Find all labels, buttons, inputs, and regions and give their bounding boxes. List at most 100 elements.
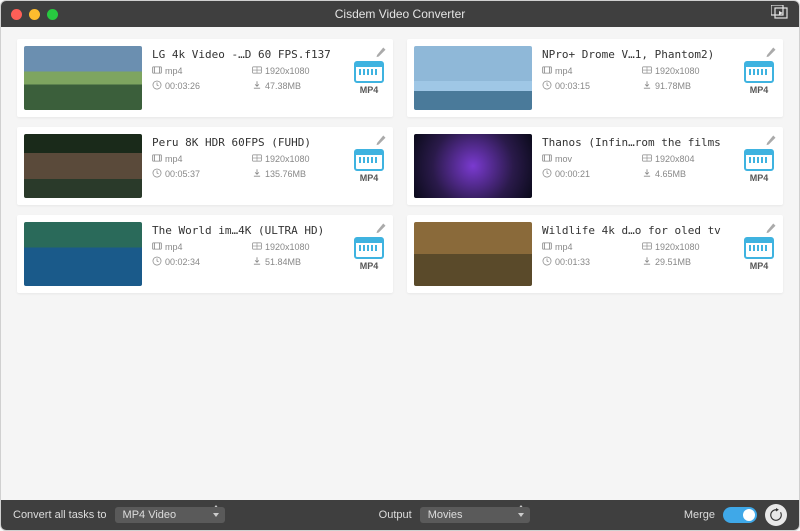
video-thumbnail[interactable] xyxy=(24,46,142,110)
format-icon xyxy=(744,149,774,171)
resolution-meta: 1920x1080 xyxy=(642,241,734,253)
video-title: Wildlife 4k d…o for oled tv xyxy=(542,224,734,237)
format-icon xyxy=(744,237,774,259)
format-label: MP4 xyxy=(750,173,769,183)
pencil-icon xyxy=(375,221,387,238)
edit-button[interactable] xyxy=(375,45,387,63)
grid-icon xyxy=(252,153,262,165)
download-icon xyxy=(642,168,652,180)
format-meta: mp4 xyxy=(542,65,634,77)
video-card[interactable]: LG 4k Video -…D 60 FPS.f137mp41920x10800… xyxy=(17,39,393,117)
edit-button[interactable] xyxy=(765,133,777,151)
video-info: NPro+ Drome V…1, Phantom2)mp41920x108000… xyxy=(542,46,734,110)
resolution-meta: 1920x1080 xyxy=(252,241,344,253)
format-icon xyxy=(744,61,774,83)
size-meta: 47.38MB xyxy=(252,80,344,92)
close-button[interactable] xyxy=(11,9,22,20)
download-icon xyxy=(252,168,262,180)
format-icon xyxy=(354,237,384,259)
clock-icon xyxy=(542,168,552,180)
format-select[interactable]: MP4 Video xyxy=(115,507,225,523)
zoom-button[interactable] xyxy=(47,9,58,20)
film-icon xyxy=(542,65,552,77)
titlebar: Cisdem Video Converter xyxy=(1,1,799,27)
grid-icon xyxy=(252,241,262,253)
video-thumbnail[interactable] xyxy=(24,222,142,286)
grid-icon xyxy=(642,241,652,253)
video-title: The World im…4K (ULTRA HD) xyxy=(152,224,344,237)
download-icon xyxy=(252,256,262,268)
size-meta: 29.51MB xyxy=(642,256,734,268)
film-icon xyxy=(152,65,162,77)
grid-icon xyxy=(252,65,262,77)
app-title: Cisdem Video Converter xyxy=(335,7,466,21)
format-select-wrap: MP4 Video xyxy=(115,507,225,523)
size-meta: 135.76MB xyxy=(252,168,344,180)
film-icon xyxy=(542,241,552,253)
clock-icon xyxy=(152,80,162,92)
video-card[interactable]: Wildlife 4k d…o for oled tvmp41920x10800… xyxy=(407,215,783,293)
video-info: LG 4k Video -…D 60 FPS.f137mp41920x10800… xyxy=(152,46,344,110)
video-info: Wildlife 4k d…o for oled tvmp41920x10800… xyxy=(542,222,734,286)
video-grid: LG 4k Video -…D 60 FPS.f137 mp4 1920x1080 0… xyxy=(1,27,799,500)
format-meta: mp4 xyxy=(152,153,244,165)
edit-button[interactable] xyxy=(375,221,387,239)
video-card[interactable]: Thanos (Infin…rom the filmsmov1920x80400… xyxy=(407,127,783,205)
format-label: MP4 xyxy=(360,173,379,183)
convert-label: Convert all tasks to xyxy=(13,509,107,521)
pencil-icon xyxy=(765,221,777,238)
output-select[interactable]: Movies xyxy=(420,507,530,523)
video-card[interactable]: NPro+ Drome V…1, Phantom2)mp41920x108000… xyxy=(407,39,783,117)
film-icon xyxy=(152,241,162,253)
video-card[interactable]: Peru 8K HDR 60FPS (FUHD)mp41920x108000:0… xyxy=(17,127,393,205)
video-thumbnail[interactable] xyxy=(414,46,532,110)
download-icon xyxy=(642,256,652,268)
clock-icon xyxy=(542,256,552,268)
edit-button[interactable] xyxy=(765,221,777,239)
resolution-meta: 1920x1080 xyxy=(642,65,734,77)
pencil-icon xyxy=(375,133,387,150)
merge-toggle[interactable] xyxy=(723,507,757,523)
format-label: MP4 xyxy=(750,261,769,271)
size-meta: 4.65MB xyxy=(642,168,734,180)
video-info: Peru 8K HDR 60FPS (FUHD)mp41920x108000:0… xyxy=(152,134,344,198)
library-icon[interactable] xyxy=(771,5,789,24)
resolution-meta: 1920x1080 xyxy=(252,153,344,165)
edit-button[interactable] xyxy=(765,45,777,63)
film-icon xyxy=(152,153,162,165)
bottom-bar: Convert all tasks to MP4 Video Output Mo… xyxy=(1,500,799,530)
resolution-meta: 1920x804 xyxy=(642,153,734,165)
video-card[interactable]: The World im…4K (ULTRA HD)mp41920x108000… xyxy=(17,215,393,293)
format-label: MP4 xyxy=(360,261,379,271)
video-thumbnail[interactable] xyxy=(24,134,142,198)
download-icon xyxy=(642,80,652,92)
pencil-icon xyxy=(375,45,387,62)
merge-label: Merge xyxy=(684,509,715,521)
video-thumbnail[interactable] xyxy=(414,134,532,198)
duration-meta: 00:00:21 xyxy=(542,168,634,180)
output-select-wrap: Movies xyxy=(420,507,530,523)
output-label: Output xyxy=(379,509,412,521)
size-meta: 51.84MB xyxy=(252,256,344,268)
window-controls xyxy=(11,9,58,20)
clock-icon xyxy=(152,168,162,180)
edit-button[interactable] xyxy=(375,133,387,151)
duration-meta: 00:05:37 xyxy=(152,168,244,180)
duration-meta: 00:03:26 xyxy=(152,80,244,92)
duration-meta: 00:02:34 xyxy=(152,256,244,268)
format-label: MP4 xyxy=(360,85,379,95)
video-info: The World im…4K (ULTRA HD)mp41920x108000… xyxy=(152,222,344,286)
pencil-icon xyxy=(765,133,777,150)
convert-button[interactable] xyxy=(765,504,787,526)
grid-icon xyxy=(642,153,652,165)
video-info: Thanos (Infin…rom the filmsmov1920x80400… xyxy=(542,134,734,198)
format-label: MP4 xyxy=(750,85,769,95)
format-icon xyxy=(354,61,384,83)
size-meta: 91.78MB xyxy=(642,80,734,92)
format-meta: mp4 xyxy=(542,241,634,253)
duration-meta: 00:03:15 xyxy=(542,80,634,92)
minimize-button[interactable] xyxy=(29,9,40,20)
format-meta: mov xyxy=(542,153,634,165)
video-title: LG 4k Video -…D 60 FPS.f137 xyxy=(152,48,344,61)
video-thumbnail[interactable] xyxy=(414,222,532,286)
